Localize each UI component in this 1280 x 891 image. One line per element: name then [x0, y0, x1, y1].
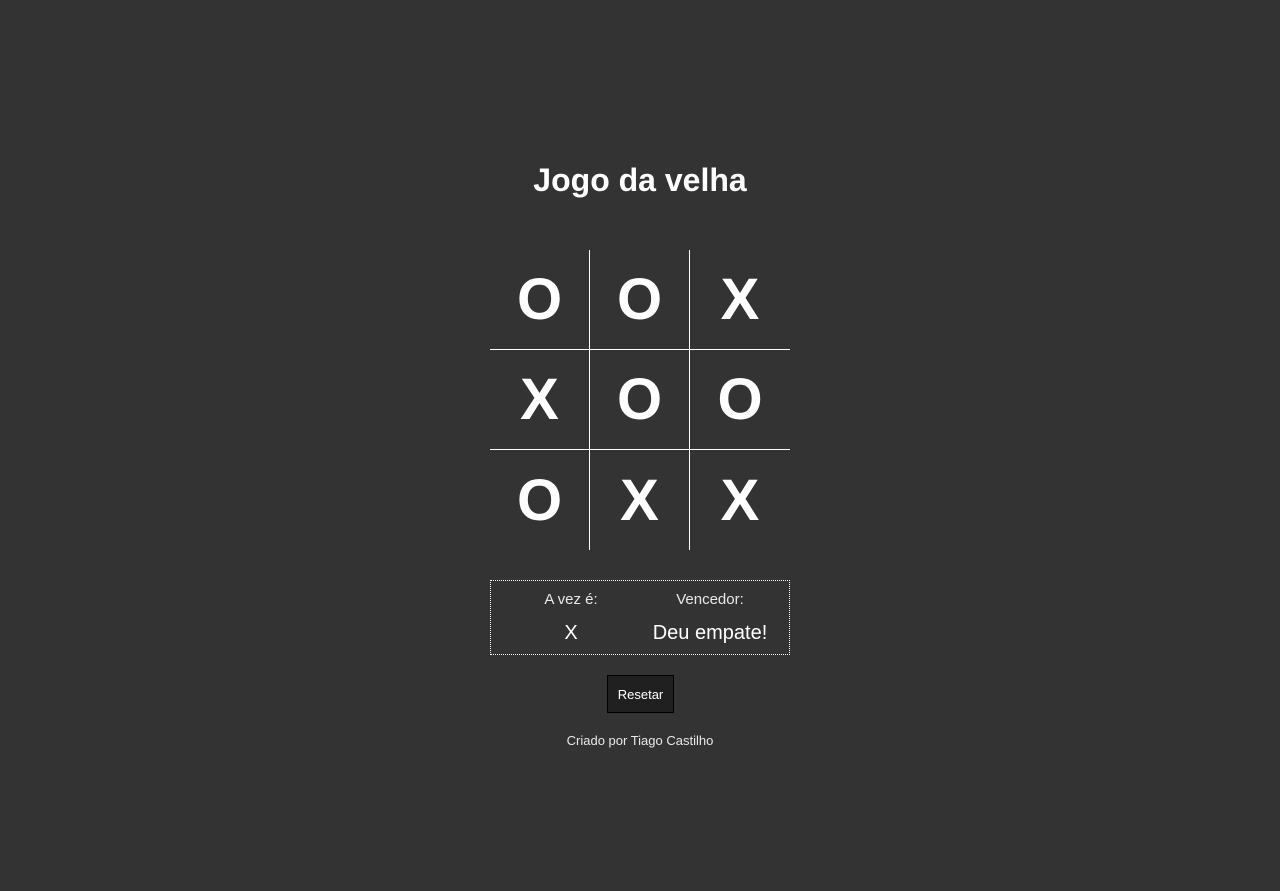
game-status-panel: A vez é: X Vencedor: Deu empate!: [490, 580, 790, 655]
turn-label: A vez é:: [544, 591, 598, 608]
author-credit: Criado por Tiago Castilho: [566, 733, 714, 748]
board-cell[interactable]: O: [490, 450, 590, 550]
game-board: O O X X O O O X X: [490, 250, 790, 550]
turn-value: X: [564, 622, 578, 644]
game-page: Jogo da velha O O X X O O O X X A vez é:…: [0, 0, 1280, 891]
winner-indicator: Vencedor: Deu empate!: [640, 591, 780, 645]
board-cell[interactable]: X: [490, 350, 590, 450]
board-cell[interactable]: O: [690, 350, 790, 450]
reset-button[interactable]: Resetar: [607, 675, 674, 713]
winner-value: Deu empate!: [652, 622, 768, 644]
board-cell[interactable]: X: [690, 250, 790, 350]
board-cell[interactable]: X: [590, 450, 690, 550]
page-title: Jogo da velha: [533, 162, 747, 198]
winner-label: Vencedor:: [676, 591, 744, 608]
board-cell[interactable]: O: [590, 250, 690, 350]
turn-indicator: A vez é: X: [501, 591, 641, 645]
board-cell[interactable]: O: [490, 250, 590, 350]
board-cell[interactable]: X: [690, 450, 790, 550]
board-cell[interactable]: O: [590, 350, 690, 450]
